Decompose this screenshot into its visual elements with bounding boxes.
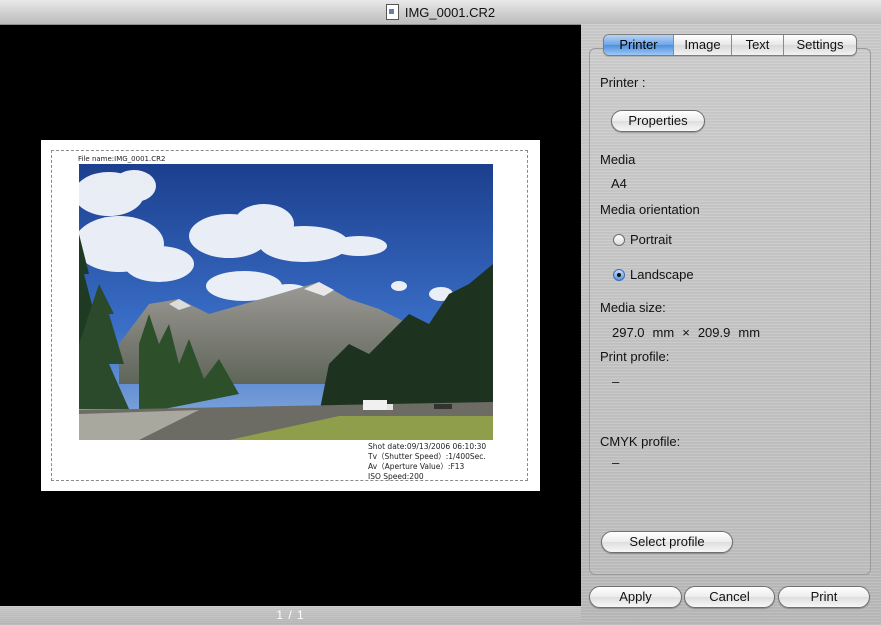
page-indicator: 1 / 1 — [276, 608, 305, 622]
shot-info-caption: Shot date:09/13/2006 06:10:30 Tv（Shutter… — [368, 442, 486, 482]
tab-printer[interactable]: Printer — [604, 35, 673, 55]
iso-speed-line: ISO Speed:200 — [368, 472, 424, 481]
printer-label: Printer : — [600, 75, 646, 90]
cmyk-profile-value: – — [612, 455, 620, 470]
apply-button[interactable]: Apply — [589, 586, 682, 608]
portrait-label: Portrait — [630, 232, 672, 247]
photo-image[interactable] — [79, 164, 493, 440]
print-profile-value: – — [612, 374, 620, 389]
media-size-width-unit: mm — [652, 325, 675, 340]
landscape-option[interactable]: Landscape — [613, 267, 694, 282]
print-button[interactable]: Print — [778, 586, 870, 608]
portrait-radio[interactable] — [613, 233, 625, 246]
media-size-height-unit: mm — [738, 325, 761, 340]
print-profile-label: Print profile: — [600, 349, 670, 364]
select-profile-button[interactable]: Select profile — [601, 531, 733, 553]
shutter-speed-line: Tv（Shutter Speed）:1/400Sec. — [368, 452, 486, 461]
cmyk-profile-label: CMYK profile: — [600, 434, 681, 449]
print-preview-area: File name:IMG_0001.CR2 Shot date:09/13/2… — [0, 25, 581, 622]
tab-settings[interactable]: Settings — [783, 35, 856, 55]
media-orientation-label: Media orientation — [600, 202, 700, 217]
tab-text[interactable]: Text — [731, 35, 783, 55]
properties-button[interactable]: Properties — [611, 110, 705, 132]
aperture-value-line: Av（Aperture Value）:F13 — [368, 462, 465, 471]
tab-image[interactable]: Image — [673, 35, 731, 55]
media-size-height: 209.9 — [697, 325, 731, 340]
file-name-caption: File name:IMG_0001.CR2 — [78, 155, 166, 163]
window-title-bar: IMG_0001.CR2 — [0, 0, 881, 25]
document-icon — [385, 4, 399, 20]
portrait-option[interactable]: Portrait — [613, 232, 672, 247]
media-size-value: 297.0 mm × 209.9 mm — [612, 325, 760, 340]
media-size-separator: × — [682, 325, 690, 340]
landscape-radio[interactable] — [613, 268, 625, 281]
settings-tabs: Printer Image Text Settings — [603, 34, 857, 56]
media-label: Media — [600, 152, 636, 167]
cancel-button[interactable]: Cancel — [684, 586, 775, 608]
media-size-label: Media size: — [600, 300, 666, 315]
media-value: A4 — [611, 176, 627, 191]
landscape-label: Landscape — [630, 267, 694, 282]
window-title: IMG_0001.CR2 — [404, 4, 496, 20]
media-size-width: 297.0 — [612, 325, 645, 340]
shot-date-line: Shot date:09/13/2006 06:10:30 — [368, 442, 487, 451]
paper-sheet: File name:IMG_0001.CR2 Shot date:09/13/2… — [41, 140, 540, 491]
